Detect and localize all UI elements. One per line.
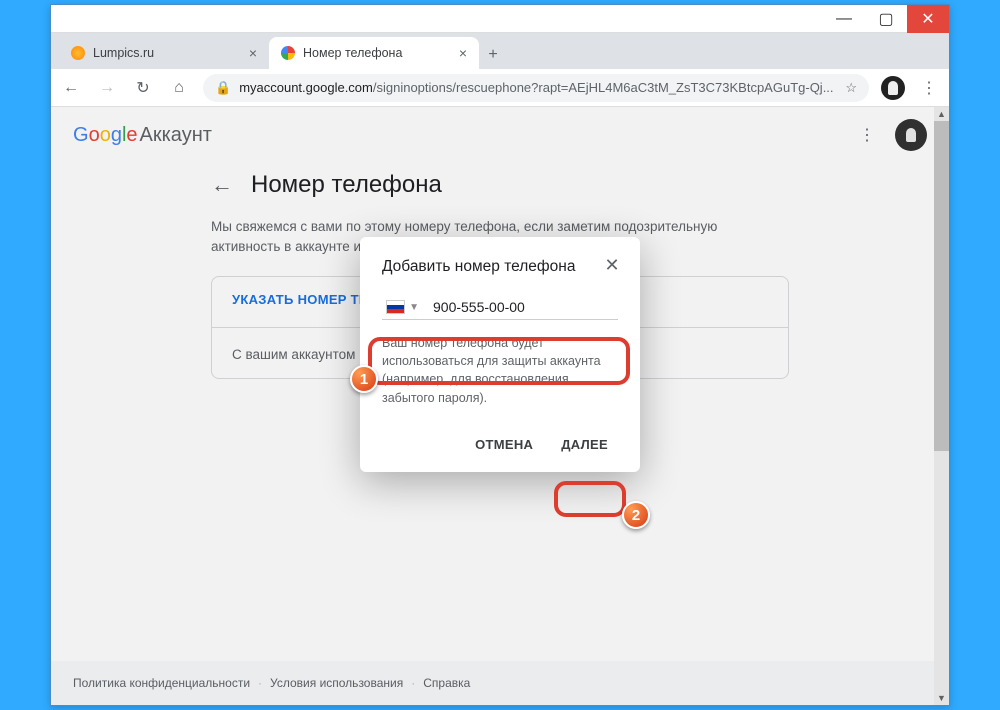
modal-actions: ОТМЕНА ДАЛЕЕ	[382, 429, 618, 460]
tab-strip: Lumpics.ru × Номер телефона × +	[51, 33, 949, 69]
url-input[interactable]: 🔒 myaccount.google.com/signinoptions/res…	[203, 74, 869, 102]
url-text: myaccount.google.com/signinoptions/rescu…	[239, 80, 837, 95]
favicon-icon	[71, 46, 85, 60]
browser-window: — ▢ ✕ Lumpics.ru × Номер телефона × + ← …	[50, 4, 950, 706]
window-maximize-button[interactable]: ▢	[865, 5, 907, 33]
close-icon[interactable]: ×	[459, 45, 467, 61]
close-icon[interactable]: ×	[249, 45, 257, 61]
tab-lumpics[interactable]: Lumpics.ru ×	[59, 37, 269, 69]
flag-ru-icon[interactable]	[386, 300, 405, 314]
tab-phone-number[interactable]: Номер телефона ×	[269, 37, 479, 69]
star-icon[interactable]: ☆	[845, 80, 857, 96]
new-tab-button[interactable]: +	[479, 41, 507, 69]
phone-input[interactable]	[433, 299, 614, 315]
annotation-highlight-2	[554, 481, 626, 517]
window-titlebar: — ▢ ✕	[51, 5, 949, 33]
page-content: Google Аккаунт ⋮ ← Номер телефона Мы свя…	[51, 107, 949, 705]
forward-button[interactable]: →	[95, 76, 119, 100]
window-close-button[interactable]: ✕	[907, 5, 949, 33]
favicon-icon	[281, 46, 295, 60]
annotation-callout-2: 2	[622, 501, 650, 529]
lock-icon: 🔒	[215, 80, 231, 96]
modal-backdrop: Добавить номер телефона ✕ ▼ Ваш номер те…	[51, 107, 949, 705]
cancel-button[interactable]: ОТМЕНА	[465, 429, 543, 460]
back-button[interactable]: ←	[59, 76, 83, 100]
window-minimize-button[interactable]: —	[823, 5, 865, 33]
chevron-down-icon[interactable]: ▼	[409, 302, 419, 313]
modal-close-button[interactable]: ✕	[598, 251, 626, 279]
tab-title: Lumpics.ru	[93, 46, 154, 60]
phone-field[interactable]: ▼	[382, 293, 618, 320]
next-button[interactable]: ДАЛЕЕ	[551, 429, 618, 460]
modal-title: Добавить номер телефона	[382, 257, 618, 277]
browser-menu-button[interactable]: ⋮	[917, 78, 941, 98]
profile-avatar[interactable]	[881, 76, 905, 100]
reload-button[interactable]: ↻	[131, 76, 155, 100]
add-phone-modal: Добавить номер телефона ✕ ▼ Ваш номер те…	[360, 237, 640, 472]
home-button[interactable]: ⌂	[167, 76, 191, 100]
address-bar: ← → ↻ ⌂ 🔒 myaccount.google.com/signinopt…	[51, 69, 949, 107]
tab-title: Номер телефона	[303, 46, 402, 60]
annotation-callout-1: 1	[350, 365, 378, 393]
modal-description: Ваш номер телефона будет использоваться …	[382, 334, 618, 407]
